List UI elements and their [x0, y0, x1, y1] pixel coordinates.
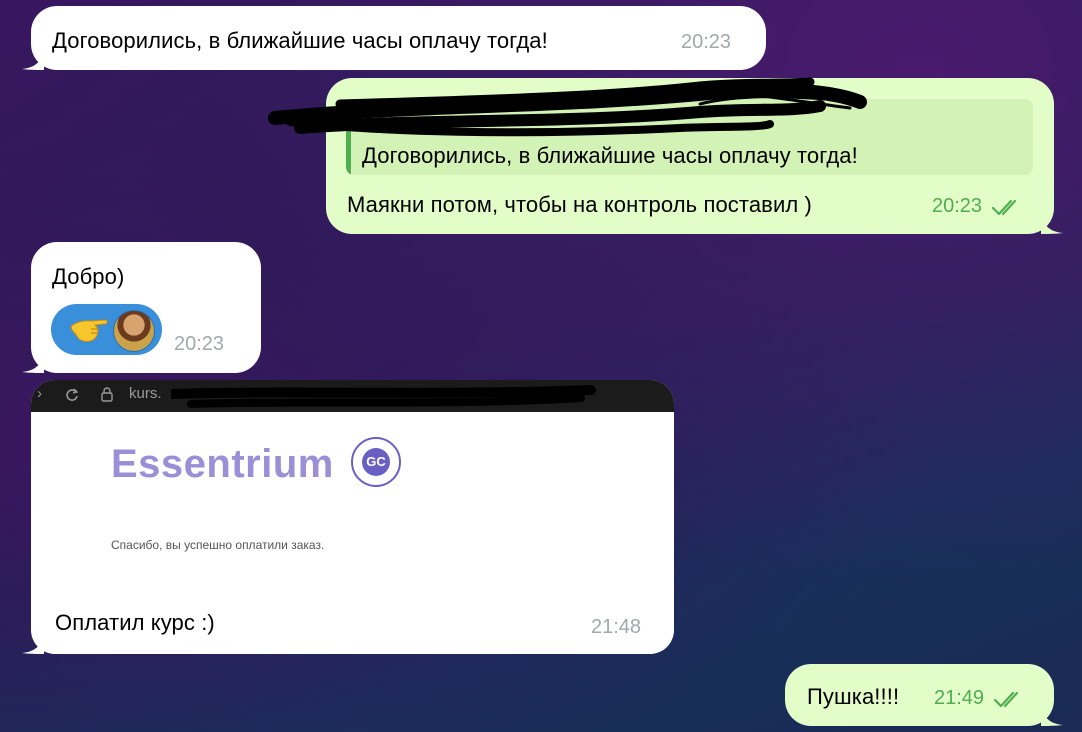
payment-success-text: Спасибо, вы успешно оплатили заказ.	[111, 538, 325, 552]
user-avatar	[113, 310, 155, 352]
bubble-tail	[1041, 706, 1063, 726]
back-arrow-icon: ›	[37, 385, 42, 402]
bubble-tail	[1041, 214, 1063, 234]
url-redaction	[171, 385, 596, 408]
reply-quote-bar	[346, 99, 351, 175]
browser-address-bar: › kurs.	[31, 380, 674, 412]
message-meta: 21:49	[934, 687, 1023, 710]
browser-url: kurs.	[129, 385, 162, 402]
message-time: 20:23	[681, 31, 732, 53]
reload-icon	[66, 388, 79, 401]
brand-logo-text: Essentrium	[111, 442, 334, 486]
message-text: Договорились, в ближайшие часы оплачу то…	[52, 28, 548, 53]
message-text: Добро)	[52, 264, 125, 289]
message-time: 20:23	[174, 333, 225, 355]
lock-icon	[101, 387, 113, 402]
message-bubble-incoming[interactable]: Добро) 20:23	[22, 242, 261, 373]
message-bubble-incoming[interactable]: Договорились, в ближайшие часы оплачу то…	[22, 6, 766, 70]
message-time: 20:23	[932, 195, 983, 217]
message-time: 21:48	[591, 616, 642, 638]
gc-badge-icon: GC	[351, 437, 401, 487]
double-check-icon	[993, 691, 1018, 707]
bubble-tail	[22, 353, 44, 373]
message-meta: 20:23	[932, 195, 1021, 218]
message-bubble-outgoing[interactable]: Договорились, в ближайшие часы оплачу то…	[326, 78, 1063, 234]
reply-quote[interactable]: Договорились, в ближайшие часы оплачу то…	[346, 99, 1033, 175]
reaction-chip[interactable]	[51, 304, 162, 355]
bubble-tail	[22, 50, 44, 70]
message-text: Пушка!!!!	[807, 684, 900, 709]
message-bubble-outgoing[interactable]: Пушка!!!! 21:49	[785, 664, 1063, 726]
message-text: Оплатил курс :)	[55, 610, 215, 635]
pointing-hand-emoji	[70, 319, 108, 342]
photo-attachment[interactable]: › kurs. Essentrium GC Спасибо, вы успешн…	[31, 380, 674, 654]
message-text: Маякни потом, чтобы на контроль поставил…	[347, 192, 812, 217]
double-check-icon	[991, 199, 1016, 215]
message-time: 21:49	[934, 687, 985, 709]
reply-quote-text: Договорились, в ближайшие часы оплачу то…	[362, 143, 858, 168]
